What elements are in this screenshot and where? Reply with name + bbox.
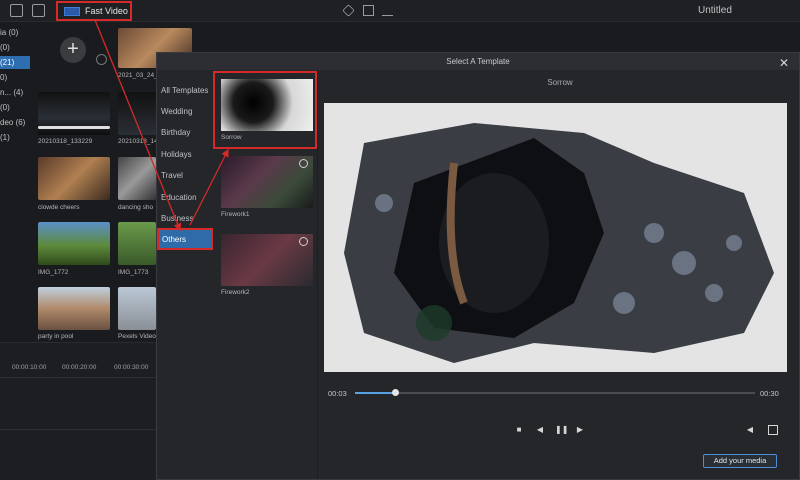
- timeline-divider: [0, 429, 156, 430]
- category-others-label: Others: [162, 235, 187, 244]
- category-business[interactable]: Business: [161, 214, 193, 223]
- media-label: clowde cheers: [38, 204, 80, 211]
- media-thumbnail[interactable]: [118, 287, 156, 330]
- timeline-tick: 00:00:20:00: [62, 364, 97, 371]
- remove-icon[interactable]: [96, 54, 107, 65]
- template-label: Sorrow: [221, 134, 242, 141]
- layers-icon[interactable]: [342, 4, 355, 17]
- media-thumbnail[interactable]: [38, 157, 110, 200]
- media-label: 20210318_14: [118, 138, 158, 145]
- step-forward-icon[interactable]: ▶: [575, 425, 585, 435]
- progress-fill: [355, 392, 395, 394]
- stop-icon[interactable]: ■: [514, 425, 524, 435]
- media-panel: + 2021_03_24_1 20210318_133229 20210318_…: [30, 22, 192, 342]
- volume-icon[interactable]: ◀: [745, 425, 755, 435]
- grid-icon[interactable]: [363, 5, 374, 16]
- close-icon[interactable]: ✕: [779, 55, 789, 72]
- media-icon[interactable]: [10, 4, 23, 17]
- category-all-templates[interactable]: All Templates: [161, 86, 208, 95]
- media-label: 20210318_133229: [38, 138, 93, 145]
- sidebar-item[interactable]: (0): [0, 103, 10, 112]
- add-template-icon[interactable]: [299, 159, 308, 168]
- preview-title: Sorrow: [547, 78, 573, 87]
- media-label: IMG_1773: [118, 269, 149, 276]
- select-template-dialog: Select A Template ✕ All Templates Weddin…: [156, 52, 800, 480]
- media-thumbnail[interactable]: [118, 92, 156, 135]
- fullscreen-icon[interactable]: [768, 425, 778, 435]
- add-your-media-button[interactable]: Add your media: [703, 454, 777, 468]
- fast-video-label: Fast Video: [85, 6, 128, 16]
- sidebar-item[interactable]: (0): [0, 43, 10, 52]
- category-education[interactable]: Education: [161, 193, 197, 202]
- project-title: Untitled: [698, 5, 732, 16]
- progress-track[interactable]: [355, 389, 755, 396]
- tab-fast-video[interactable]: Fast Video: [56, 1, 132, 21]
- media-thumbnail[interactable]: [38, 287, 110, 330]
- dialog-divider: [317, 71, 318, 479]
- timeline-tick: 00:00:30:00: [114, 364, 149, 371]
- add-template-icon[interactable]: [299, 237, 308, 246]
- fast-video-icon: [64, 6, 80, 16]
- category-travel[interactable]: Travel: [161, 171, 183, 180]
- category-birthday[interactable]: Birthday: [161, 128, 190, 137]
- media-label: dancing sho: [118, 204, 154, 211]
- list-icon[interactable]: [382, 5, 393, 16]
- step-back-icon[interactable]: ◀: [535, 425, 545, 435]
- media-label: 2021_03_24_1: [118, 72, 162, 79]
- timeline: 00:00:10:00 00:00:20:00 00:00:30:00: [0, 342, 156, 480]
- media-thumbnail[interactable]: [118, 222, 156, 265]
- sidebar-item[interactable]: n... (4): [0, 88, 23, 97]
- timeline-tick: 00:00:10:00: [12, 364, 47, 371]
- sidebar-item[interactable]: 0): [0, 73, 7, 82]
- media-sidebar: ia (0) (0) (21) 0) n... (4) (0) deo (6) …: [0, 22, 30, 342]
- template-label: Firework2: [221, 289, 250, 296]
- top-bar: Fast Video Untitled: [0, 0, 800, 22]
- progress-handle[interactable]: [392, 389, 399, 396]
- media-label: Pexels Video: [118, 333, 156, 340]
- category-others[interactable]: Others: [157, 228, 213, 250]
- media-label: party in pool: [38, 333, 74, 340]
- sidebar-item-selected[interactable]: (21): [0, 56, 30, 69]
- preview-video[interactable]: [324, 103, 787, 372]
- preview-frame: [324, 103, 787, 372]
- sidebar-item[interactable]: ia (0): [0, 28, 18, 37]
- media-selected-bar: [38, 126, 110, 129]
- category-wedding[interactable]: Wedding: [161, 107, 192, 116]
- time-total: 00:30: [760, 389, 779, 398]
- template-label: Firework1: [221, 211, 250, 218]
- media-thumbnail[interactable]: [118, 157, 156, 200]
- music-icon[interactable]: [32, 4, 45, 17]
- time-current: 00:03: [328, 389, 347, 398]
- add-media-plus-button[interactable]: +: [60, 37, 86, 63]
- media-thumbnail[interactable]: [38, 222, 110, 265]
- template-thumbnail-sorrow[interactable]: [221, 79, 313, 131]
- timeline-divider: [0, 377, 156, 378]
- sidebar-item[interactable]: deo (6): [0, 118, 25, 127]
- media-label: IMG_1772: [38, 269, 69, 276]
- category-holidays[interactable]: Holidays: [161, 150, 192, 159]
- pause-icon[interactable]: ❚❚: [555, 425, 568, 435]
- dialog-header: Select A Template ✕: [157, 53, 799, 70]
- dialog-title: Select A Template: [446, 57, 510, 66]
- sidebar-item[interactable]: (1): [0, 133, 10, 142]
